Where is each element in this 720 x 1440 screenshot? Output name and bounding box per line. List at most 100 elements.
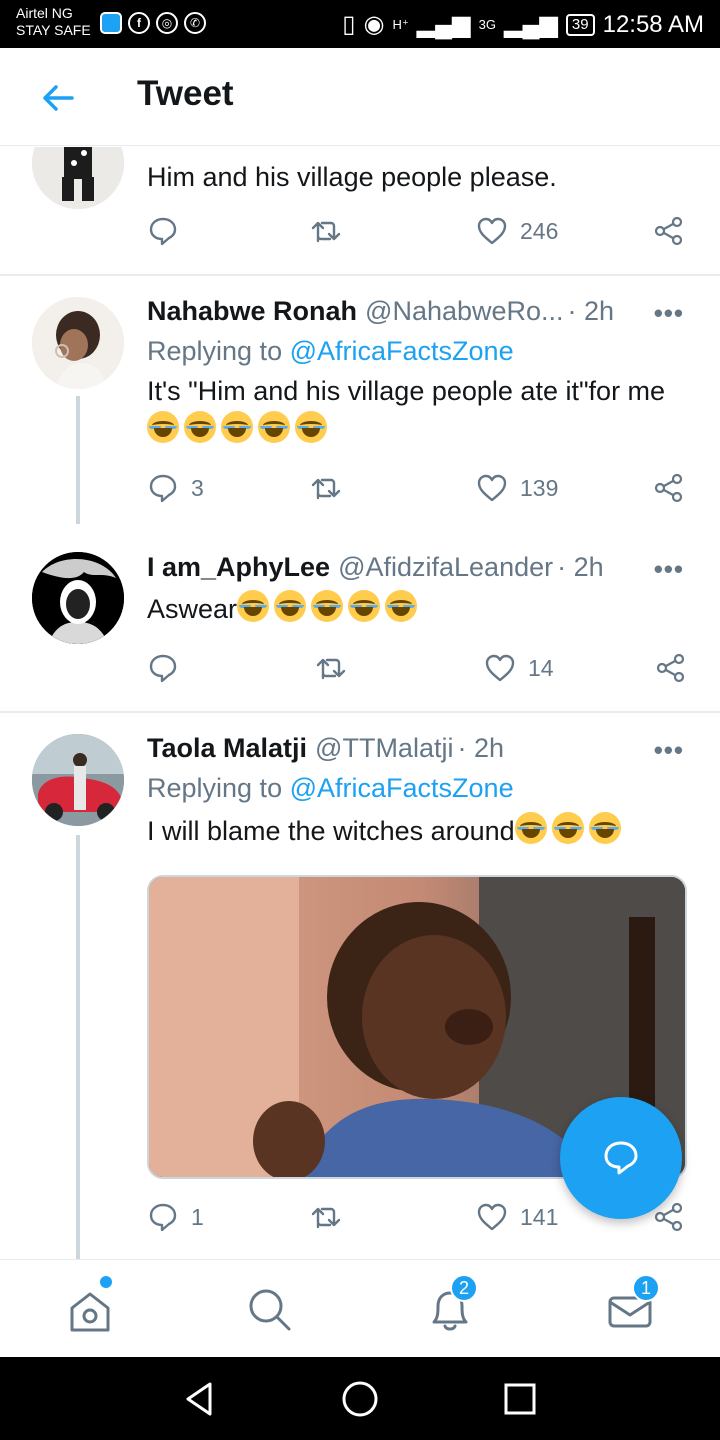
status-bar: Airtel NG STAY SAFE f ◎ ✆ ▯ ◉ H⁺ ▂▄▆ 3G … [0,0,720,48]
tweet-item[interactable]: Nahabwe Ronah @NahabweRo... · 2h ••• Rep… [0,276,720,526]
retweet-icon [311,478,341,500]
share-button[interactable] [653,472,685,504]
shield-app-icon [100,12,122,34]
reply-button[interactable]: 3 [147,472,204,504]
share-icon [654,473,683,503]
home-icon [70,1292,110,1332]
thread-line [76,396,80,524]
avatar[interactable] [32,552,124,644]
author-handle[interactable]: @TTMalatji [315,733,453,764]
carrier-name: Airtel NG [16,5,73,21]
like-count: 246 [520,217,559,244]
reply-button[interactable] [147,215,191,247]
heart-icon [477,217,507,245]
avatar[interactable] [32,147,124,209]
author-name[interactable]: I am_AphyLee [147,552,330,583]
bottom-navigation: 2 1 [0,1259,720,1357]
reply-count: 1 [191,1203,204,1230]
replying-prefix: Replying to [147,336,283,366]
tweet-text: It's "Him and his village people ate it"… [147,373,692,448]
more-options-icon[interactable]: ••• [654,298,684,329]
reply-icon [149,217,177,246]
share-icon [656,653,685,683]
system-navigation-bar [0,1357,720,1440]
avatar[interactable] [32,734,124,826]
emoji-row [147,411,692,448]
laughing-emoji-icon [588,812,621,844]
like-button[interactable]: 14 [484,652,554,684]
more-options-icon[interactable]: ••• [654,554,684,585]
search-icon [249,1289,291,1331]
recents-square-icon[interactable] [500,1379,540,1419]
author-handle[interactable]: @AfidzifaLeander [338,552,553,583]
laughing-emoji-icon [348,590,381,622]
reply-feed[interactable]: Him and his village people please. 246 N… [0,147,720,1259]
facebook-icon: f [128,12,150,34]
laughing-emoji-icon [385,590,418,622]
tweet-actions: 246 [147,215,692,255]
retweet-button[interactable] [310,1201,342,1233]
laughing-emoji-icon [221,411,253,443]
arrow-left-icon[interactable] [38,78,78,118]
nav-messages[interactable]: 1 [602,1274,660,1338]
compose-reply-button[interactable] [560,1097,682,1219]
tweet-item[interactable]: I am_AphyLee @AfidzifaLeander · 2h ••• A… [0,526,720,712]
nav-search[interactable] [242,1282,298,1338]
mention-link[interactable]: @AfricaFactsZone [290,773,514,803]
retweet-button[interactable] [310,215,354,247]
home-circle-icon[interactable] [340,1379,380,1419]
clock: 12:58 AM [602,10,704,38]
tweet-text-content: Aswear [147,594,238,624]
reply-compose-icon [604,1141,638,1175]
like-count: 14 [528,654,554,681]
share-button[interactable] [653,215,685,247]
nav-home[interactable] [62,1276,118,1338]
author-handle[interactable]: @NahabweRo... [365,296,564,327]
laughing-emoji-icon [184,411,216,443]
retweet-button[interactable] [310,472,342,504]
tweet-time: · 2h [557,552,604,582]
replying-to: Replying to @AfricaFactsZone [147,773,514,804]
heart-icon [477,1203,507,1231]
share-button[interactable] [655,652,687,684]
retweet-icon [316,658,346,680]
back-triangle-icon[interactable] [180,1379,220,1419]
avatar[interactable] [32,297,124,389]
heart-icon [477,474,507,502]
tweet-text-content: I will blame the witches around [147,816,515,846]
like-button[interactable]: 246 [476,215,558,247]
network-h-icon: H⁺ [392,16,409,32]
network-3g-icon: 3G [478,17,496,32]
vibrate-icon: ▯ [342,11,356,38]
reply-icon [149,474,177,503]
signal-icon: ▂▄▆ [416,11,471,38]
replying-prefix: Replying to [147,773,283,803]
reply-button[interactable] [147,652,191,684]
signal-icon-2: ▂▄▆ [503,11,558,38]
mention-link[interactable]: @AfricaFactsZone [290,336,514,366]
laughing-emoji-icon [237,590,270,622]
new-content-dot [100,1276,112,1288]
replying-to: Replying to @AfricaFactsZone [147,336,514,367]
laughing-emoji-icon [295,411,327,443]
tweet-text: Him and his village people please. [147,162,557,192]
retweet-button[interactable] [315,652,347,684]
laughing-emoji-icon [147,411,179,443]
tweet-author-row: Taola Malatji @TTMalatji · 2h [147,733,504,764]
laughing-emoji-icon [274,590,307,622]
chrome-icon: ◎ [156,12,178,34]
reply-button[interactable]: 1 [147,1201,204,1233]
more-options-icon[interactable]: ••• [654,735,684,766]
system-indicators: ▯ ◉ H⁺ ▂▄▆ 3G ▂▄▆ 39 12:58 AM [342,10,704,39]
tweet-item[interactable]: Him and his village people please. 246 [0,147,720,275]
author-name[interactable]: Taola Malatji [147,733,307,764]
like-button[interactable]: 139 [476,472,558,504]
nav-notifications[interactable]: 2 [422,1274,478,1338]
thread-line [76,835,80,1259]
like-button[interactable]: 141 [476,1201,558,1233]
like-count: 141 [520,1203,559,1230]
app-header: Tweet [0,48,720,146]
author-name[interactable]: Nahabwe Ronah [147,296,357,327]
reply-count: 3 [191,474,204,501]
share-icon [654,216,683,246]
